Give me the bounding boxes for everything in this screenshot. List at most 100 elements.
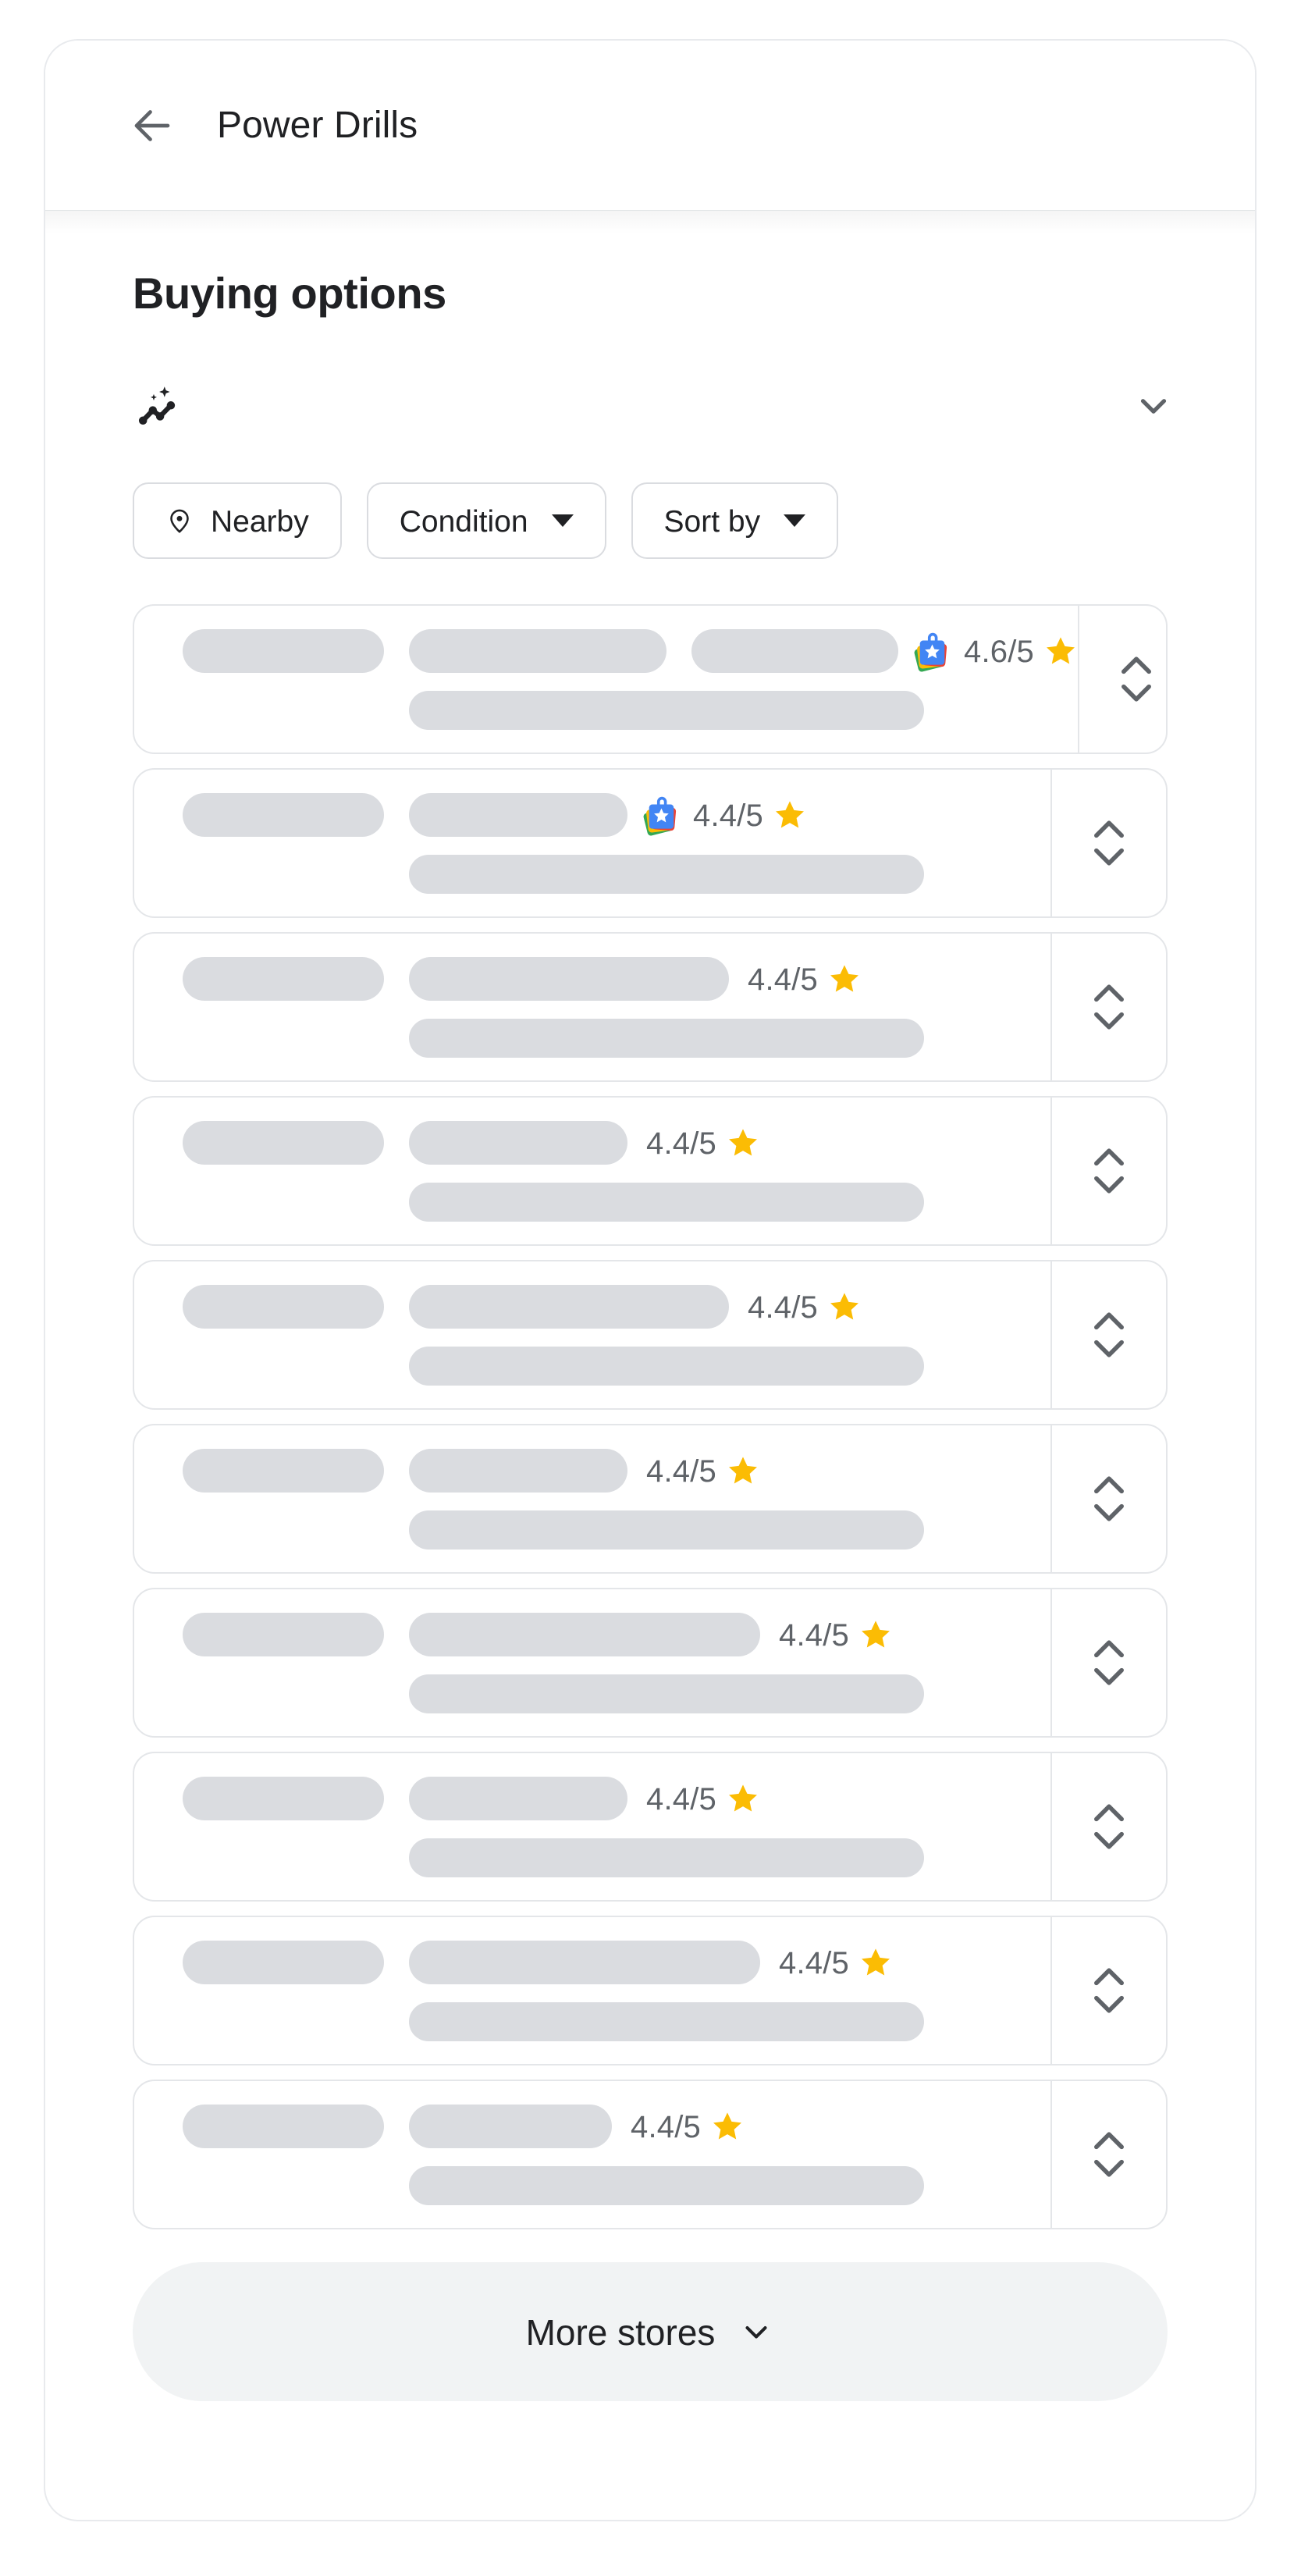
store-rating-value: 4.4/5 bbox=[631, 2110, 701, 2144]
store-row-bottom-line bbox=[183, 1838, 1050, 1877]
skeleton-bar bbox=[409, 1777, 627, 1820]
skeleton-bar bbox=[409, 2105, 612, 2148]
store-row-content: 4.4/5 bbox=[134, 770, 1050, 916]
filter-chip-condition[interactable]: Condition bbox=[366, 482, 606, 559]
store-row-bottom-line bbox=[183, 1183, 1050, 1222]
store-row-expand-button[interactable] bbox=[1050, 1098, 1166, 1244]
unfold-more-icon bbox=[1085, 1957, 1133, 2024]
google-trusted-store-badge bbox=[912, 629, 964, 673]
unfold-more-icon bbox=[1085, 1629, 1133, 1696]
skeleton-store-logo bbox=[183, 1285, 384, 1329]
store-rating-value: 4.4/5 bbox=[646, 1454, 716, 1489]
store-row-content: 4.4/5 bbox=[134, 1261, 1050, 1408]
star-icon bbox=[1034, 634, 1078, 668]
store-row[interactable]: 4.6/5 bbox=[133, 604, 1168, 754]
store-rating-group: 4.4/5 bbox=[646, 1453, 760, 1488]
section-heading: Buying options bbox=[133, 269, 446, 318]
unfold-more-icon bbox=[1085, 2121, 1133, 2188]
star-icon bbox=[716, 1781, 760, 1816]
skeleton-bar bbox=[409, 855, 924, 894]
store-row-expand-button[interactable] bbox=[1050, 1917, 1166, 2064]
skeleton-store-logo bbox=[183, 793, 384, 837]
star-icon bbox=[716, 1453, 760, 1488]
store-row[interactable]: 4.4/5 bbox=[133, 1916, 1168, 2065]
caret-down-icon bbox=[551, 514, 574, 527]
skeleton-bar bbox=[409, 1285, 729, 1329]
more-stores-button[interactable]: More stores bbox=[133, 2262, 1168, 2401]
skeleton-bar bbox=[409, 1613, 760, 1656]
skeleton-store-logo bbox=[183, 1941, 384, 1984]
panel-body: Buying options Nearby Condition Sort by … bbox=[45, 272, 1255, 2401]
unfold-more-icon bbox=[1085, 1793, 1133, 1860]
store-row-top-line: 4.4/5 bbox=[183, 1940, 1050, 1985]
unfold-more-icon bbox=[1085, 809, 1133, 877]
skeleton-bar bbox=[409, 1019, 924, 1058]
store-row-expand-button[interactable] bbox=[1050, 1589, 1166, 1736]
store-row-expand-button[interactable] bbox=[1050, 770, 1166, 916]
store-row-top-line: 4.4/5 bbox=[183, 1284, 1050, 1329]
filter-chip-sort-by[interactable]: Sort by bbox=[631, 482, 839, 559]
skeleton-bar bbox=[409, 691, 924, 730]
skeleton-store-logo bbox=[183, 1121, 384, 1165]
insights-expand-button[interactable] bbox=[1124, 378, 1183, 437]
store-row-content: 4.4/5 bbox=[134, 934, 1050, 1080]
store-row-expand-button[interactable] bbox=[1050, 2081, 1166, 2228]
chevron-down-icon bbox=[1132, 385, 1175, 431]
store-row-content: 4.6/5 bbox=[134, 606, 1078, 753]
store-row[interactable]: 4.4/5 bbox=[133, 2080, 1168, 2229]
store-row[interactable]: 4.4/5 bbox=[133, 1588, 1168, 1738]
store-row-bottom-line bbox=[183, 1347, 1050, 1386]
store-row-expand-button[interactable] bbox=[1050, 1261, 1166, 1408]
store-row-bottom-line bbox=[183, 1019, 1050, 1058]
store-rating-group: 4.4/5 bbox=[779, 1617, 893, 1652]
unfold-more-icon bbox=[1085, 1465, 1133, 1532]
trending-sparkle-icon[interactable] bbox=[133, 379, 189, 436]
store-row-content: 4.4/5 bbox=[134, 1098, 1050, 1244]
skeleton-bar bbox=[409, 793, 627, 837]
store-row-bottom-line bbox=[183, 855, 1050, 894]
store-rating-group: 4.4/5 bbox=[646, 1781, 760, 1816]
store-row-top-line: 4.4/5 bbox=[183, 1448, 1050, 1493]
store-row[interactable]: 4.4/5 bbox=[133, 932, 1168, 1082]
skeleton-bar bbox=[691, 629, 898, 673]
store-rating-value: 4.4/5 bbox=[748, 962, 818, 997]
store-row[interactable]: 4.4/5 bbox=[133, 1260, 1168, 1410]
store-row[interactable]: 4.4/5 bbox=[133, 1752, 1168, 1902]
store-row[interactable]: 4.4/5 bbox=[133, 768, 1168, 918]
store-row-top-line: 4.4/5 bbox=[183, 1120, 1050, 1165]
unfold-more-icon bbox=[1085, 1137, 1133, 1204]
star-icon bbox=[716, 1126, 760, 1160]
star-icon bbox=[849, 1617, 893, 1652]
skeleton-store-logo bbox=[183, 957, 384, 1001]
store-row-expand-button[interactable] bbox=[1050, 934, 1166, 1080]
store-row-expand-button[interactable] bbox=[1050, 1425, 1166, 1572]
store-list: 4.6/5 4.4/5 4.4/5 4.4/5 4.4/5 4.4/5 4.4/… bbox=[45, 604, 1255, 2229]
skeleton-bar bbox=[409, 1941, 760, 1984]
back-button[interactable] bbox=[128, 101, 176, 150]
skeleton-store-logo bbox=[183, 1777, 384, 1820]
skeleton-bar bbox=[409, 1347, 924, 1386]
store-rating-value: 4.4/5 bbox=[779, 1618, 849, 1653]
store-row-content: 4.4/5 bbox=[134, 1917, 1050, 2064]
location-pin-icon bbox=[165, 507, 194, 535]
store-row-top-line: 4.4/5 bbox=[183, 1612, 1050, 1657]
filter-chips: Nearby Condition Sort by bbox=[45, 482, 1255, 559]
unfold-more-icon bbox=[1085, 1301, 1133, 1368]
filter-chip-nearby[interactable]: Nearby bbox=[133, 482, 342, 559]
store-row-bottom-line bbox=[183, 1674, 1050, 1713]
page-title: Power Drills bbox=[217, 104, 418, 146]
store-rating-group: 4.4/5 bbox=[748, 1290, 862, 1324]
store-row-expand-button[interactable] bbox=[1050, 1753, 1166, 1900]
store-rating-value: 4.6/5 bbox=[964, 635, 1034, 669]
more-stores-label: More stores bbox=[525, 2312, 716, 2353]
buying-options-panel: Power Drills Buying options Nearby Condi… bbox=[44, 39, 1257, 2521]
store-row-top-line: 4.4/5 bbox=[183, 1776, 1050, 1821]
skeleton-bar bbox=[409, 2166, 924, 2205]
store-row-expand-button[interactable] bbox=[1077, 606, 1193, 753]
google-trusted-store-badge bbox=[642, 793, 693, 837]
store-row[interactable]: 4.4/5 bbox=[133, 1096, 1168, 1246]
store-rating-group: 4.6/5 bbox=[912, 629, 1078, 673]
store-row[interactable]: 4.4/5 bbox=[133, 1424, 1168, 1574]
store-rating-group: 4.4/5 bbox=[631, 2109, 745, 2144]
store-row-content: 4.4/5 bbox=[134, 1425, 1050, 1572]
